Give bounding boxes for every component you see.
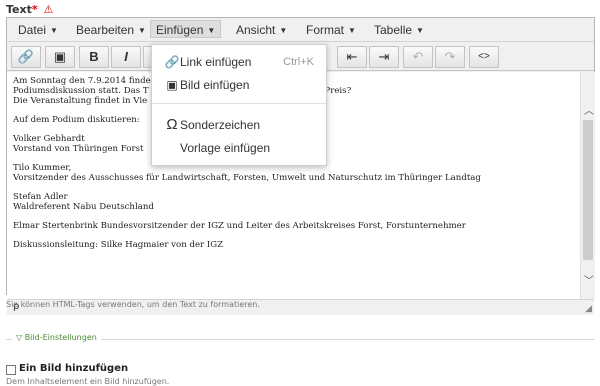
menu-divider xyxy=(152,103,326,104)
redo-icon[interactable]: ↷ xyxy=(435,46,465,68)
chevron-up-icon[interactable]: ︿ xyxy=(584,102,594,117)
editor-menubar: Datei ▼ Bearbeiten ▼ Einfügen ▼ Ansicht ▼ Fo… xyxy=(7,18,594,42)
paragraph: Elmar Stertenbrink Bundesvorsitzender de… xyxy=(13,221,466,231)
html-hint: Sie können HTML-Tags verwenden, um den T… xyxy=(6,300,260,309)
content-scrollbar[interactable]: ︿ ﹀ xyxy=(580,72,595,299)
menu-format[interactable]: Format ▼ xyxy=(301,21,361,39)
chevron-down-icon: ▼ xyxy=(50,26,58,35)
add-image-hint: Dem Inhaltselement ein Bild hinzufügen. xyxy=(6,377,170,386)
menu-ansicht[interactable]: Ansicht ▼ xyxy=(231,21,292,39)
link-icon[interactable]: 🔗 xyxy=(11,46,41,68)
chevron-down-icon: ▼ xyxy=(348,26,356,35)
chevron-down-icon: ▼ xyxy=(138,26,146,35)
menu-item-sonderzeichen[interactable]: Ω Sonderzeichen xyxy=(152,114,326,136)
image-icon[interactable]: ▣ xyxy=(45,46,75,68)
chevron-down-icon: ▼ xyxy=(207,26,216,35)
menu-tabelle[interactable]: Tabelle ▼ xyxy=(369,21,429,39)
scrollbar-thumb[interactable] xyxy=(583,120,593,260)
image-icon: ▣ xyxy=(166,78,178,92)
warning-triangle-icon: ⚠ xyxy=(43,3,54,16)
menu-einfuegen[interactable]: Einfügen ▼ xyxy=(150,20,222,38)
source-code-icon[interactable]: <> xyxy=(469,46,499,68)
indent-icon[interactable]: ⇥ xyxy=(369,46,399,68)
menu-item-link-einfuegen[interactable]: 🔗 Link einfügen Ctrl+K xyxy=(152,51,326,73)
add-image-checkbox[interactable] xyxy=(6,365,16,375)
menu-item-vorlage-einfuegen[interactable]: Vorlage einfügen xyxy=(152,137,326,159)
menu-item-bild-einfuegen[interactable]: ▣ Bild einfügen xyxy=(152,74,326,96)
link-icon: 🔗 xyxy=(164,55,180,69)
italic-button[interactable]: I xyxy=(111,46,141,68)
image-settings-legend[interactable]: ▽ Bild-Einstellungen xyxy=(12,333,101,342)
outdent-icon[interactable]: ⇤ xyxy=(337,46,367,68)
required-mark: * xyxy=(31,3,38,16)
field-label-text: Text xyxy=(6,3,32,16)
paragraph: Tilo Kummer, Vorsitzender des Ausschusse… xyxy=(13,163,481,183)
shortcut-label: Ctrl+K xyxy=(283,56,314,68)
chevron-down-icon: ▼ xyxy=(416,26,424,35)
resize-handle-icon[interactable]: ◢ xyxy=(585,302,592,316)
insert-menu-dropdown: 🔗 Link einfügen Ctrl+K ▣ Bild einfügen Ω… xyxy=(151,44,327,166)
add-image-label[interactable]: Ein Bild hinzufügen xyxy=(19,363,128,374)
paragraph: Diskussionsleitung: Silke Hagmaier von d… xyxy=(13,240,224,250)
field-label: Text* ⚠ xyxy=(6,3,53,16)
paragraph: Stefan Adler Waldreferent Nabu Deutschla… xyxy=(13,192,154,212)
bold-button[interactable]: B xyxy=(79,46,109,68)
undo-icon[interactable]: ↶ xyxy=(403,46,433,68)
chevron-down-icon[interactable]: ﹀ xyxy=(584,272,594,287)
menu-datei[interactable]: Datei ▼ xyxy=(13,21,63,39)
menu-bearbeiten[interactable]: Bearbeiten ▼ xyxy=(71,21,151,39)
chevron-down-icon: ▼ xyxy=(279,26,288,35)
omega-icon: Ω xyxy=(166,116,178,133)
